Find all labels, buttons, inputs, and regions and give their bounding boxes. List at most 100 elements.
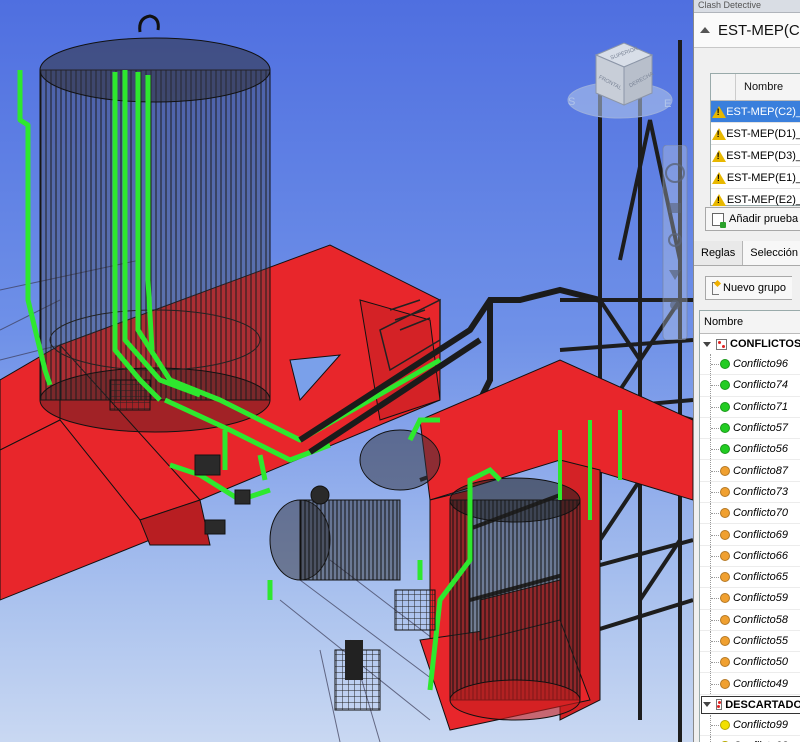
tree-connector: [710, 460, 729, 481]
test-name: EST-MEP(D3)_: [726, 149, 800, 162]
navigation-bar[interactable]: [661, 144, 689, 341]
clash-group-icon: [716, 338, 727, 350]
clash-item-row[interactable]: Conflicto65: [700, 566, 800, 589]
warning-icon: [711, 193, 726, 206]
clash-item-row[interactable]: Conflicto58: [700, 609, 800, 631]
new-group-icon: [712, 281, 719, 295]
clash-detective-panel: Clash Detective EST-MEP(C2)_ Nombre EST-…: [693, 0, 800, 742]
clash-item-label: Conflicto50: [733, 656, 789, 669]
clash-item-row[interactable]: Conflicto71: [700, 396, 800, 418]
test-row[interactable]: EST-MEP(C2)_: [711, 101, 800, 123]
add-test-button[interactable]: Añadir prueba: [705, 207, 800, 231]
test-name: EST-MEP(E2)_: [726, 193, 800, 206]
tree-connector: [710, 714, 729, 736]
current-test-header[interactable]: EST-MEP(C2)_: [694, 13, 800, 48]
expand-caret-icon[interactable]: [703, 341, 711, 347]
tree-connector: [710, 417, 729, 439]
clash-item-label: Conflicto70: [733, 507, 789, 520]
group-label: DESCARTADO: [725, 698, 800, 711]
tree-connector: [710, 396, 729, 417]
clash-item-row[interactable]: Conflicto49: [700, 673, 800, 695]
group-label: CONFLICTOS: [730, 338, 800, 350]
clash-item-row[interactable]: Conflicto55: [700, 630, 800, 653]
tree-connector: [710, 566, 729, 588]
clash-item-row[interactable]: Conflicto57: [700, 417, 800, 440]
clash-item-row[interactable]: Conflicto69: [700, 524, 800, 546]
warning-icon: [711, 171, 726, 184]
tree-connector: [710, 503, 729, 524]
clash-item-row[interactable]: Conflicto96: [700, 354, 800, 376]
tree-connector: [710, 673, 729, 694]
clash-item-label: Conflicto87: [733, 464, 789, 477]
clash-item-label: Conflicto96: [733, 358, 789, 371]
collapse-caret-icon[interactable]: [700, 27, 710, 33]
viewcube[interactable]: S E SUPERIOR FRONTAL DERECHA: [560, 35, 680, 125]
clash-item-label: Conflicto55: [733, 635, 789, 647]
svg-text:E: E: [664, 98, 671, 110]
tree-connector: [710, 481, 729, 503]
warning-icon: [711, 127, 726, 140]
new-group-label: Nuevo grupo: [723, 282, 786, 294]
tree-connector: [710, 354, 729, 375]
clash-item-label: Conflicto56: [733, 443, 789, 456]
svg-text:S: S: [568, 96, 575, 108]
3d-viewport[interactable]: S E SUPERIOR FRONTAL DERECHA: [0, 0, 800, 742]
clash-item-row[interactable]: Conflicto73: [700, 481, 800, 504]
clash-item-label: Conflicto59: [733, 592, 789, 605]
test-name: EST-MEP(C2)_: [726, 105, 800, 118]
warning-icon: [711, 105, 726, 118]
panel-title: Clash Detective: [694, 0, 800, 13]
clash-item-label: Conflicto66: [733, 549, 789, 562]
clash-item-row[interactable]: Conflicto87: [700, 460, 800, 482]
group-row-conflicts[interactable]: CONFLICTOS: [700, 334, 800, 354]
equipment-grates: [334, 589, 436, 711]
clash-item-row[interactable]: Conflicto50: [700, 652, 800, 674]
add-test-label: Añadir prueba: [729, 213, 799, 225]
tree-connector: [710, 652, 729, 673]
storage-tank-left: [39, 14, 271, 433]
clash-item-row[interactable]: Conflicto56: [700, 439, 800, 461]
tree-connector: [710, 736, 729, 742]
group-row-discarded[interactable]: DESCARTADO: [700, 695, 800, 715]
test-row[interactable]: EST-MEP(E1)_: [711, 167, 800, 189]
tree-connector: [710, 524, 729, 545]
clash-item-label: Conflicto73: [733, 485, 789, 498]
tree-connector: [710, 375, 729, 396]
tree-connector: [710, 630, 729, 652]
clash-item-row[interactable]: Conflicto74: [700, 375, 800, 397]
clash-item-label: Conflicto99: [733, 718, 789, 731]
expand-caret-icon[interactable]: [703, 702, 711, 708]
test-name: EST-MEP(E1)_: [726, 171, 800, 184]
clash-group-icon: [716, 699, 723, 711]
clash-item-label: Conflicto71: [733, 400, 789, 413]
clash-item-row[interactable]: Conflicto70: [700, 503, 800, 525]
tree-connector: [710, 588, 729, 609]
clash-item-label: Conflicto58: [733, 613, 789, 626]
tree-connector: [710, 439, 729, 460]
tree-connector: [710, 545, 729, 566]
current-test-name: EST-MEP(C2)_: [718, 21, 800, 39]
test-row[interactable]: EST-MEP(D3)_: [711, 145, 800, 167]
new-group-button[interactable]: Nuevo grupo: [705, 276, 792, 300]
tests-table-header: Nombre: [711, 74, 800, 101]
tree-connector: [710, 609, 729, 630]
clash-item-label: Conflicto57: [733, 422, 789, 435]
clash-item-label: Conflicto69: [733, 528, 789, 541]
clash-item-row[interactable]: Conflicto59: [700, 588, 800, 610]
warning-icon: [711, 149, 726, 162]
clash-item-row[interactable]: Conflicto66: [700, 545, 800, 567]
test-name: EST-MEP(D1)_: [726, 127, 800, 140]
results-tree: Nombre CONFLICTOS Conflicto96 Conflicto74…: [699, 310, 800, 742]
test-row[interactable]: EST-MEP(D1)_: [711, 123, 800, 145]
clash-item-label: Conflicto74: [733, 379, 789, 392]
add-test-icon: [712, 212, 726, 228]
column-header-name[interactable]: Nombre: [736, 74, 783, 100]
tab-rules[interactable]: Reglas: [694, 241, 744, 265]
tab-selection[interactable]: Selección: [743, 241, 800, 265]
panel-tabs: Reglas Selección: [694, 241, 800, 266]
results-column-header[interactable]: Nombre: [700, 311, 800, 334]
clash-item-row[interactable]: Conflicto99: [700, 714, 800, 737]
clash-item-label: Conflicto49: [733, 677, 789, 690]
clash-item-row[interactable]: Conflicto98: [700, 736, 800, 742]
clash-item-label: Conflicto65: [733, 571, 789, 584]
